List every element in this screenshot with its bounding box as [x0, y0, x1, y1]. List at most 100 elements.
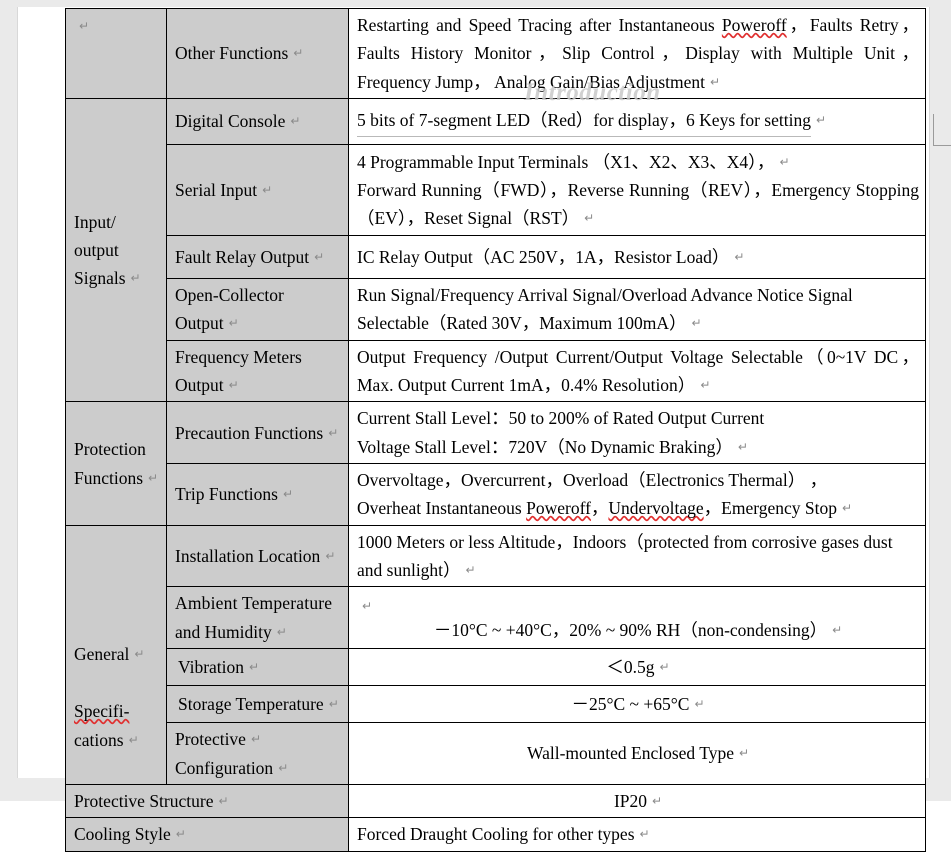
- subcategory-label: Installation Location: [175, 545, 321, 566]
- value-storage-temperature: －25°C ~ +65°C ↵: [348, 685, 926, 724]
- value-line-2: Voltage Stall Level：720V（No Dynamic Brak…: [357, 433, 919, 461]
- pilcrow-mark: ↵: [842, 501, 853, 516]
- value-text: Current Stall Level：50 to 200% of Rated …: [357, 408, 765, 429]
- pilcrow-mark: ↵: [815, 113, 827, 128]
- value-protective-configuration: Wall-mounted Enclosed Type ↵: [348, 722, 926, 785]
- subcategory-vibration: Vibration ↵: [166, 648, 349, 687]
- pilcrow-mark: ↵: [779, 154, 790, 169]
- table-row: Input/output Signals ↵ Digital Console ↵ 5 …: [65, 98, 926, 403]
- pilcrow-mark: ↵: [639, 827, 650, 842]
- subcategory-label: Precaution Functions: [175, 422, 324, 443]
- pilcrow-mark: ↵: [832, 622, 843, 637]
- value-text: －10°C ~ +40°C，20% ~ 90% RH（non-condensin…: [433, 619, 828, 640]
- pilcrow-mark: ↵: [659, 659, 670, 674]
- subcategory-label: Serial Input: [175, 179, 258, 200]
- group-label-line1: General: [74, 644, 130, 665]
- subcategory-label: Vibration: [178, 656, 245, 677]
- pilcrow-mark: ↵: [228, 316, 239, 331]
- value-installation-location: 1000 Meters or less Altitude，Indoors（pro…: [348, 524, 926, 588]
- value-text: Forward Running（FWD），Reverse Running（REV…: [357, 179, 919, 229]
- pilcrow-mark: ↵: [276, 624, 287, 639]
- group-cell-continued: ↵: [65, 7, 167, 100]
- table-row: Protection Functions ↵ Precaution Function…: [65, 401, 926, 526]
- subcategory-open-collector-output: Open-Collector Output ↵: [166, 278, 349, 341]
- subcategory-installation-location: Installation Location ↵: [166, 524, 349, 588]
- group-label-line3: cations: [74, 729, 124, 750]
- spellcheck-word: Undervoltage: [608, 498, 704, 519]
- value-cooling-style: Forced Draught Cooling for other types ↵: [348, 817, 926, 852]
- pilcrow-mark: ↵: [128, 732, 139, 747]
- pilcrow-mark: ↵: [700, 378, 711, 393]
- subcategory-ambient-temperature-humidity: Ambient Temperature and Humidity ↵: [166, 586, 349, 650]
- subcategory-precaution-functions: Precaution Functions ↵: [166, 401, 349, 465]
- value-text: Overvoltage，Overcurrent，Overload（Electro…: [357, 470, 828, 491]
- table-row: Storage Temperature ↵ －25°C ~ +65°C ↵: [66, 685, 926, 724]
- value-text: 1000 Meters or less Altitude，Indoors（pro…: [357, 531, 893, 581]
- value-text: Output Frequency /Output Current/Output …: [357, 346, 919, 396]
- subcategory-frequency-meters-output: Frequency Meters Output ↵: [166, 339, 349, 403]
- table-row: General ↵ Specifi- cations ↵ Installation …: [65, 524, 926, 785]
- value-line-2: Forward Running（FWD），Reverse Running（REV…: [357, 176, 919, 233]
- pilcrow-mark: ↵: [250, 732, 262, 747]
- value-line-2: Overheat Instantaneous Poweroff，Undervol…: [357, 494, 919, 522]
- value-serial-input: 4 Programmable Input Terminals （X1、X2、X3…: [348, 144, 926, 237]
- subcategory-label-line1: Protective: [175, 729, 246, 750]
- specifications-table: ↵ Other Functions ↵ Restarting and Speed …: [65, 7, 926, 852]
- pilcrow-mark: ↵: [694, 696, 705, 711]
- subcategory-cooling-style: Cooling Style ↵: [65, 817, 349, 852]
- value-text: 4 Programmable Input Terminals （X1、X2、X3…: [357, 151, 775, 172]
- pilcrow-mark: ↵: [282, 487, 293, 502]
- value-other-functions: Restarting and Speed Tracing after Insta…: [348, 7, 926, 100]
- subcategory-label-line1: Ambient Temperature: [175, 593, 333, 614]
- pilcrow-mark: ↵: [314, 249, 325, 264]
- value-line: －10°C ~ +40°C，20% ~ 90% RH（non-condensin…: [357, 616, 919, 644]
- value-text: ，: [590, 498, 609, 519]
- subcategory-other-functions: Other Functions ↵: [166, 7, 349, 100]
- value-text: ，Emergency Stop: [703, 498, 838, 519]
- pilcrow-mark: ↵: [465, 563, 476, 578]
- value-text: ＜0.5g: [606, 656, 655, 677]
- value-line-1: 4 Programmable Input Terminals （X1、X2、X3…: [357, 148, 919, 176]
- subcategory-label: Fault Relay Output: [175, 246, 310, 267]
- subcategory-fault-relay-output: Fault Relay Output ↵: [166, 235, 349, 280]
- pilcrow-mark: ↵: [175, 827, 186, 842]
- table-row: Protective Structure ↵ IP20 ↵: [65, 783, 926, 819]
- group-label-line2: Specifi-: [74, 701, 130, 722]
- value-line-1: Current Stall Level：50 to 200% of Rated …: [357, 404, 919, 432]
- pilcrow-mark: ↵: [249, 659, 260, 674]
- subcategory-label-line2: Configuration: [175, 757, 274, 778]
- pilcrow-mark: ↵: [362, 598, 373, 613]
- value-text: Run Signal/Frequency Arrival Signal/Over…: [357, 285, 853, 334]
- group-cell-general-specifications: General ↵ Specifi- cations ↵: [65, 524, 167, 785]
- table-row: Open-Collector Output ↵ Run Signal/Frequen…: [66, 278, 926, 341]
- value-precaution-functions: Current Stall Level：50 to 200% of Rated …: [348, 401, 926, 465]
- table-row: Fault Relay Output ↵ IC Relay Output（AC 2…: [66, 235, 926, 280]
- pilcrow-mark: ↵: [710, 74, 721, 89]
- margin-marker-right: [933, 114, 951, 146]
- pilcrow-mark: ↵: [734, 249, 745, 264]
- pilcrow-mark: ↵: [328, 425, 339, 440]
- pilcrow-mark: ↵: [293, 46, 304, 61]
- pilcrow-mark: ↵: [325, 548, 336, 563]
- value-fault-relay-output: IC Relay Output（AC 250V，1A，Resistor Load…: [348, 235, 926, 280]
- value-text: IC Relay Output（AC 250V，1A，Resistor Load…: [357, 246, 730, 267]
- value-empty-line: ↵: [357, 597, 919, 616]
- pilcrow-mark: ↵: [262, 182, 273, 197]
- table-row: Frequency Meters Output ↵ Output Frequency…: [66, 339, 926, 403]
- app-chrome-top-strip: [0, 0, 951, 7]
- value-text: Voltage Stall Level：720V（No Dynamic Brak…: [357, 436, 733, 457]
- group-cell-input-output-signals: Input/output Signals ↵: [65, 98, 167, 403]
- value-text: Wall-mounted Enclosed Type: [526, 743, 734, 764]
- subcategory-label: Storage Temperature: [178, 693, 324, 714]
- table-row: Trip Functions ↵ Overvoltage，Overcurrent，…: [66, 463, 926, 526]
- subcategory-label: Digital Console: [175, 111, 286, 132]
- pilcrow-mark: ↵: [738, 746, 750, 761]
- subcategory-label: Cooling Style: [74, 824, 171, 845]
- pilcrow-mark: ↵: [228, 378, 239, 393]
- value-text: Forced Draught Cooling for other types: [357, 824, 635, 845]
- value-protective-structure: IP20 ↵: [348, 783, 926, 819]
- value-ambient-temperature-humidity: ↵ －10°C ~ +40°C，20% ~ 90% RH（non-condens…: [348, 586, 926, 650]
- pilcrow-mark: ↵: [328, 696, 339, 711]
- spellcheck-word: Poweroff: [526, 498, 591, 519]
- value-frequency-meters-output: Output Frequency /Output Current/Output …: [348, 339, 926, 403]
